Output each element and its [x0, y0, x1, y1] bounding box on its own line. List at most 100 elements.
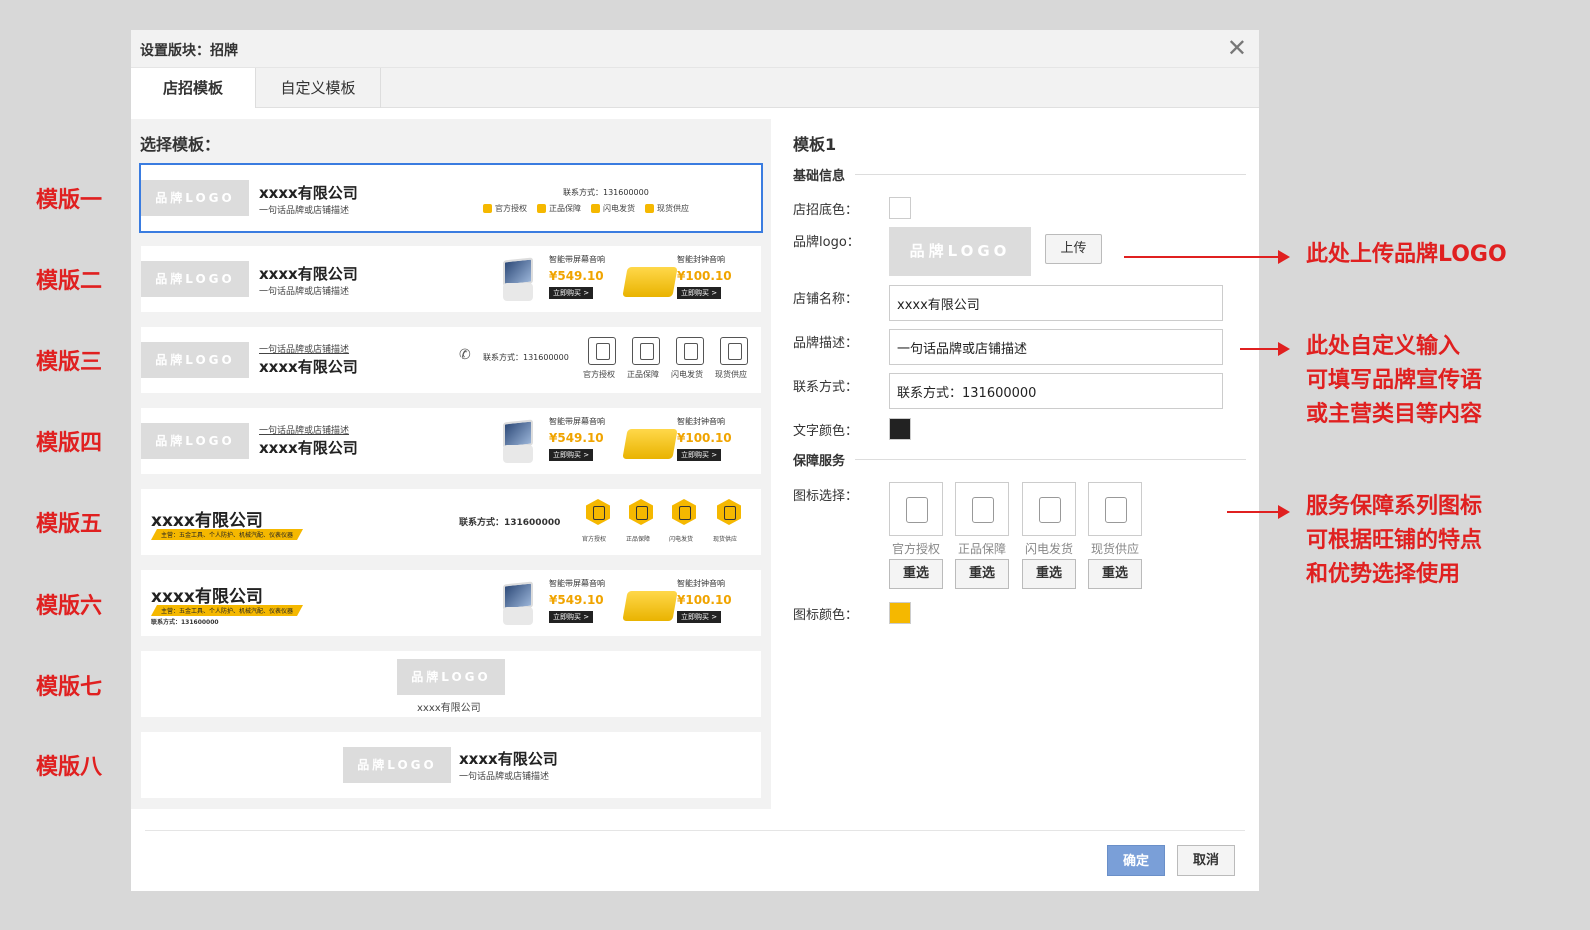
close-icon[interactable]: ✕	[1227, 34, 1247, 62]
company-name: xxxx有限公司	[459, 750, 558, 768]
settings-title: 模板1	[793, 135, 837, 154]
product-price: ¥100.10	[677, 593, 732, 607]
box-icon	[720, 337, 748, 365]
service-label: 闪电发货	[671, 370, 703, 379]
brand-desc-label: 品牌描述：	[793, 336, 859, 351]
company-name: xxxx有限公司	[417, 703, 481, 714]
shop-name-input[interactable]	[889, 285, 1223, 321]
annotation-desc: 此处自定义输入 可填写品牌宣传语 或主营类目等内容	[1306, 334, 1483, 427]
company-name: xxxx有限公司	[259, 184, 358, 202]
reselect-button[interactable]: 重选	[1088, 559, 1142, 589]
buy-now-button: 立即购买 >	[677, 449, 722, 461]
contact-text: 联系方式：131600000	[563, 188, 649, 197]
shield-icon	[629, 499, 653, 525]
annotation-logo: 此处上传品牌LOGO	[1306, 242, 1507, 267]
template-card-3[interactable]: 品牌LOGO 一句话品牌或店铺描述 xxxx有限公司 ✆ 联系方式：131600…	[141, 327, 761, 393]
product-card: 智能带屏幕音响 ¥549.10 立即购买 >	[499, 413, 619, 469]
dialog-header: 设置版块：招牌 ✕	[131, 30, 1259, 68]
company-name: xxxx有限公司	[151, 511, 263, 531]
template-card-5[interactable]: xxxx有限公司 主营：五金工具、个人防护、机械汽配、仪表仪器 联系方式：131…	[141, 489, 761, 555]
side-label-5: 模版五	[36, 512, 103, 537]
company-name: xxxx有限公司	[259, 265, 358, 283]
template-list-title: 选择模板：	[140, 135, 221, 154]
template-card-6[interactable]: xxxx有限公司 主营：五金工具、个人防护、机械汽配、仪表仪器 联系方式：131…	[141, 570, 761, 636]
shield-icon[interactable]	[955, 482, 1009, 536]
service-label: 官方授权	[582, 536, 607, 543]
icon-option-fast-delivery: 闪电发货 重选	[1022, 482, 1076, 589]
logo-placeholder: 品牌LOGO	[397, 659, 505, 695]
tab-shop-template[interactable]: 店招模板	[131, 68, 256, 108]
icon-option-label: 官方授权	[891, 542, 940, 556]
template-card-7[interactable]: 品牌LOGO xxxx有限公司	[141, 651, 761, 717]
logo-placeholder: 品牌LOGO	[141, 261, 249, 297]
dialog-title: 设置版块：招牌	[140, 43, 238, 59]
ok-button[interactable]: 确定	[1107, 845, 1165, 876]
speaker-image	[622, 591, 678, 621]
product-price: ¥100.10	[677, 431, 732, 445]
icon-option-label: 现货供应	[1090, 542, 1139, 556]
badge-icon	[483, 204, 492, 213]
section-service: 保障服务	[793, 450, 1246, 469]
upload-button[interactable]: 上传	[1045, 234, 1102, 264]
service-item: 现货供应	[645, 203, 689, 214]
template-card-4[interactable]: 品牌LOGO 一句话品牌或店铺描述 xxxx有限公司 智能带屏幕音响 ¥549.…	[141, 408, 761, 474]
template-card-8[interactable]: 品牌LOGO xxxx有限公司 一句话品牌或店铺描述	[141, 732, 761, 798]
cancel-button[interactable]: 取消	[1177, 845, 1235, 876]
section-basic-info: 基础信息	[793, 165, 1246, 184]
product-name: 智能封钟音响	[677, 579, 725, 588]
icon-color-swatch[interactable]	[889, 602, 911, 624]
side-label-3: 模版三	[36, 350, 103, 375]
product-card: 智能带屏幕音响 ¥549.10 立即购买 >	[499, 251, 619, 307]
product-price: ¥549.10	[549, 431, 604, 445]
logo-placeholder: 品牌LOGO	[141, 180, 249, 216]
speaker-image	[622, 429, 678, 459]
box-icon	[645, 204, 654, 213]
side-label-1: 模版一	[36, 188, 103, 213]
template-card-1[interactable]: 品牌LOGO xxxx有限公司 一句话品牌或店铺描述 联系方式：13160000…	[139, 163, 763, 233]
phone-icon: ✆	[459, 347, 471, 363]
product-card: 智能带屏幕音响 ¥549.10 立即购买 >	[499, 575, 619, 631]
service-item: 闪电发货	[591, 203, 635, 214]
side-label-8: 模版八	[36, 755, 103, 780]
product-card: 智能封钟音响 ¥100.10 立即购买 >	[622, 413, 745, 469]
product-name: 智能封钟音响	[677, 417, 725, 426]
main-business-tag: 主营：五金工具、个人防护、机械汽配、仪表仪器	[151, 529, 303, 540]
box-icon	[717, 499, 741, 525]
bg-color-swatch[interactable]	[889, 197, 911, 219]
truck-icon	[591, 204, 600, 213]
tab-bar: 店招模板 自定义模板	[131, 68, 1259, 108]
buy-now-button: 立即购买 >	[549, 449, 594, 461]
contact-input[interactable]	[889, 373, 1223, 409]
product-name: 智能带屏幕音响	[549, 255, 605, 264]
box-icon[interactable]	[1088, 482, 1142, 536]
logo-label: 品牌logo：	[793, 235, 860, 250]
product-name: 智能封钟音响	[677, 255, 725, 264]
side-label-7: 模版七	[36, 675, 103, 700]
template-card-2[interactable]: 品牌LOGO xxxx有限公司 一句话品牌或店铺描述 智能带屏幕音响 ¥549.…	[141, 246, 761, 312]
company-desc: 一句话品牌或店铺描述	[259, 287, 350, 297]
reselect-button[interactable]: 重选	[955, 559, 1009, 589]
service-label: 官方授权	[583, 370, 615, 379]
product-name: 智能带屏幕音响	[549, 417, 605, 426]
company-desc: 一句话品牌或店铺描述	[259, 206, 350, 216]
speaker-image	[622, 267, 678, 297]
side-label-6: 模版六	[36, 594, 103, 619]
brand-desc-input[interactable]	[889, 329, 1223, 365]
arrow-service	[1227, 505, 1290, 519]
main-business-tag: 主营：五金工具、个人防护、机械汽配、仪表仪器	[151, 605, 303, 616]
truck-icon[interactable]	[1022, 482, 1076, 536]
text-color-swatch[interactable]	[889, 418, 911, 440]
company-desc: 一句话品牌或店铺描述	[259, 426, 350, 436]
tab-custom-template[interactable]: 自定义模板	[256, 68, 381, 108]
icon-option-in-stock: 现货供应 重选	[1088, 482, 1142, 589]
certificate-icon[interactable]	[889, 482, 943, 536]
company-desc: 一句话品牌或店铺描述	[459, 772, 550, 782]
reselect-button[interactable]: 重选	[889, 559, 943, 589]
reselect-button[interactable]: 重选	[1022, 559, 1076, 589]
product-card: 智能封钟音响 ¥100.10 立即购买 >	[622, 575, 745, 631]
product-card: 智能封钟音响 ¥100.10 立即购买 >	[622, 251, 745, 307]
smart-display-image	[499, 581, 537, 627]
icon-select-label: 图标选择：	[793, 489, 859, 504]
annotation-service: 服务保障系列图标 可根据旺铺的特点 和优势选择使用	[1306, 494, 1483, 587]
company-name: xxxx有限公司	[259, 358, 358, 376]
